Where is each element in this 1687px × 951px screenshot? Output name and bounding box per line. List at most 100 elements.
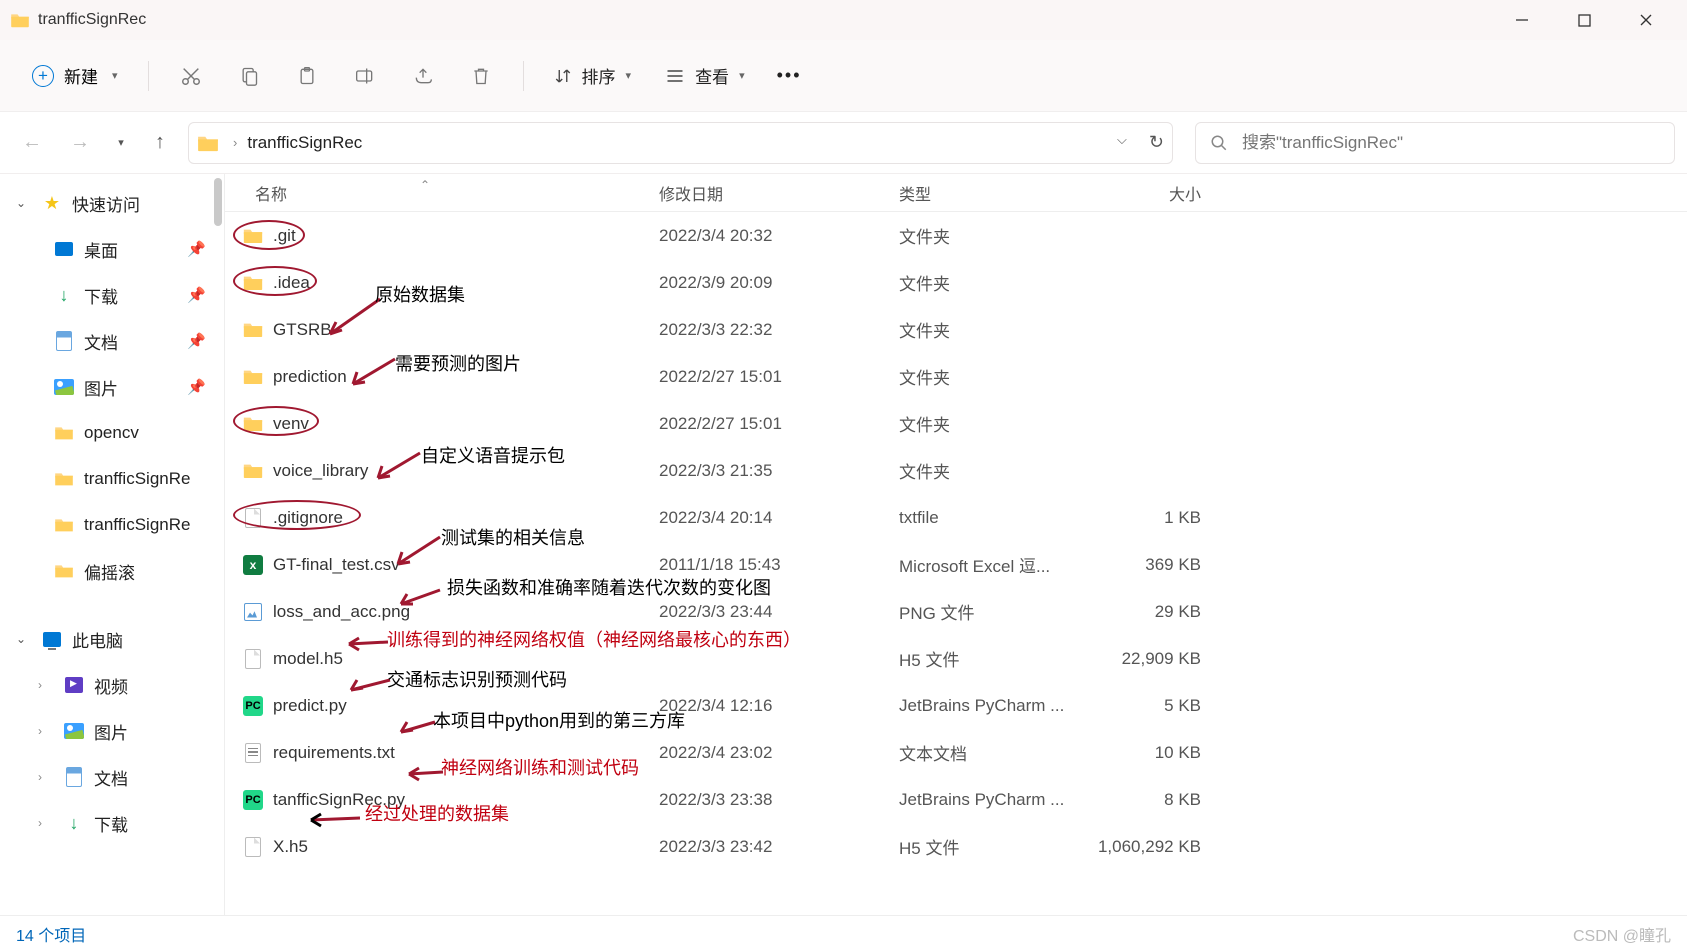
search-input[interactable]: [1242, 133, 1660, 153]
download-icon: ↓: [64, 814, 84, 832]
address-dropdown-button[interactable]: ⌵: [1117, 132, 1127, 153]
navigation-bar: ← → ▾ ↑ › tranfficSignRec ⌵ ↻: [0, 112, 1687, 174]
minimize-button[interactable]: [1491, 0, 1553, 40]
file-row[interactable]: .idea2022/3/9 20:09文件夹: [225, 259, 1687, 306]
document-icon: [54, 332, 74, 350]
sidebar-pianyao[interactable]: 偏摇滚: [0, 548, 224, 594]
file-icon: [243, 367, 263, 387]
copy-button[interactable]: [225, 54, 273, 98]
back-button[interactable]: ←: [12, 123, 52, 163]
sidebar-quick-access[interactable]: ⌄ ★ 快速访问: [0, 180, 224, 226]
cut-button[interactable]: [167, 54, 215, 98]
document-icon: [64, 768, 84, 786]
file-row[interactable]: xGT-final_test.csv2011/1/18 15:43Microso…: [225, 541, 1687, 588]
search-icon: [1210, 134, 1228, 152]
sidebar-tsr2[interactable]: tranfficSignRe: [0, 502, 224, 548]
file-row[interactable]: model.h5H5 文件22,909 KB: [225, 635, 1687, 682]
file-row[interactable]: PCtanfficSignRec.py2022/3/3 23:38JetBrai…: [225, 776, 1687, 823]
chevron-right-icon: ›: [38, 816, 54, 830]
refresh-button[interactable]: ↻: [1149, 132, 1164, 153]
file-icon: [243, 743, 263, 763]
file-name: .git: [273, 226, 296, 246]
file-type: txtfile: [885, 508, 1085, 528]
maximize-button[interactable]: [1553, 0, 1615, 40]
file-size: 5 KB: [1085, 696, 1225, 716]
file-date: 2022/3/3 23:38: [645, 790, 885, 810]
rename-button[interactable]: [341, 54, 389, 98]
file-name: venv: [273, 414, 309, 434]
address-bar[interactable]: › tranfficSignRec ⌵ ↻: [188, 122, 1173, 164]
breadcrumb-folder[interactable]: tranfficSignRec: [247, 133, 362, 153]
file-icon: [243, 273, 263, 293]
sidebar-this-pc[interactable]: ⌄ 此电脑: [0, 616, 224, 662]
new-button[interactable]: + 新建 ▾: [20, 57, 130, 94]
file-icon: PC: [243, 696, 263, 716]
file-size: 22,909 KB: [1085, 649, 1225, 669]
sidebar-pictures[interactable]: 图片📌: [0, 364, 224, 410]
chevron-right-icon: ›: [38, 678, 54, 692]
sidebar-desktop[interactable]: 桌面📌: [0, 226, 224, 272]
file-name: loss_and_acc.png: [273, 602, 410, 622]
more-button[interactable]: •••: [767, 65, 812, 86]
sidebar-pictures2[interactable]: ›图片: [0, 708, 224, 754]
status-items: 14 个项目: [16, 922, 86, 946]
column-type[interactable]: 类型: [885, 181, 1085, 205]
sidebar-tsr1[interactable]: tranfficSignRe: [0, 456, 224, 502]
file-name: GT-final_test.csv: [273, 555, 400, 575]
recent-button[interactable]: ▾: [108, 123, 132, 163]
toolbar: + 新建 ▾ 排序 ▾ 查看 ▾ •••: [0, 40, 1687, 112]
file-name: .gitignore: [273, 508, 343, 528]
sidebar: ⌄ ★ 快速访问 桌面📌 ↓下载📌 文档📌 图片📌 opencv tranffi…: [0, 174, 225, 915]
file-type: H5 文件: [885, 646, 1085, 671]
scrollbar-thumb[interactable]: [214, 178, 222, 226]
file-row[interactable]: venv2022/2/27 15:01文件夹: [225, 400, 1687, 447]
folder-icon: [10, 12, 30, 28]
file-row[interactable]: prediction2022/2/27 15:01文件夹: [225, 353, 1687, 400]
folder-icon: [197, 134, 219, 152]
file-size: 1 KB: [1085, 508, 1225, 528]
file-icon: [243, 837, 263, 857]
sidebar-documents2[interactable]: ›文档: [0, 754, 224, 800]
chevron-right-icon: ›: [233, 135, 237, 150]
file-row[interactable]: voice_library2022/3/3 21:35文件夹: [225, 447, 1687, 494]
column-size[interactable]: 大小: [1085, 181, 1225, 205]
file-row[interactable]: .git2022/3/4 20:32文件夹: [225, 212, 1687, 259]
file-name: prediction: [273, 367, 347, 387]
file-type: 文件夹: [885, 411, 1085, 436]
file-name: requirements.txt: [273, 743, 395, 763]
sidebar-downloads2[interactable]: ›↓下载: [0, 800, 224, 846]
file-row[interactable]: PCpredict.py2022/3/4 12:16JetBrains PyCh…: [225, 682, 1687, 729]
search-box[interactable]: [1195, 122, 1675, 164]
file-date: 2022/3/3 23:42: [645, 837, 885, 857]
file-type: 文本文档: [885, 740, 1085, 765]
file-icon: [243, 508, 263, 528]
file-icon: [243, 602, 263, 622]
paste-button[interactable]: [283, 54, 331, 98]
file-row[interactable]: loss_and_acc.png2022/3/3 23:44PNG 文件29 K…: [225, 588, 1687, 635]
new-label: 新建: [64, 63, 98, 88]
file-row[interactable]: requirements.txt2022/3/4 23:02文本文档10 KB: [225, 729, 1687, 776]
sidebar-videos[interactable]: ›视频: [0, 662, 224, 708]
up-button[interactable]: ↑: [140, 123, 180, 163]
download-icon: ↓: [54, 286, 74, 304]
close-button[interactable]: [1615, 0, 1677, 40]
view-button[interactable]: 查看 ▾: [653, 57, 757, 94]
column-name[interactable]: 名称⌃: [225, 181, 645, 205]
file-type: PNG 文件: [885, 599, 1085, 624]
file-name: GTSRB: [273, 320, 332, 340]
file-row[interactable]: X.h52022/3/3 23:42H5 文件1,060,292 KB: [225, 823, 1687, 870]
file-row[interactable]: .gitignore2022/3/4 20:14txtfile1 KB: [225, 494, 1687, 541]
sidebar-documents[interactable]: 文档📌: [0, 318, 224, 364]
share-button[interactable]: [399, 54, 447, 98]
file-icon: PC: [243, 790, 263, 810]
file-date: 2022/3/3 23:44: [645, 602, 885, 622]
file-row[interactable]: GTSRB2022/3/3 22:32文件夹: [225, 306, 1687, 353]
delete-button[interactable]: [457, 54, 505, 98]
forward-button[interactable]: →: [60, 123, 100, 163]
star-icon: ★: [42, 194, 62, 212]
column-modified[interactable]: 修改日期: [645, 181, 885, 205]
sort-button[interactable]: 排序 ▾: [542, 57, 644, 94]
sort-label: 排序: [582, 63, 616, 88]
sidebar-opencv[interactable]: opencv: [0, 410, 224, 456]
sidebar-downloads[interactable]: ↓下载📌: [0, 272, 224, 318]
